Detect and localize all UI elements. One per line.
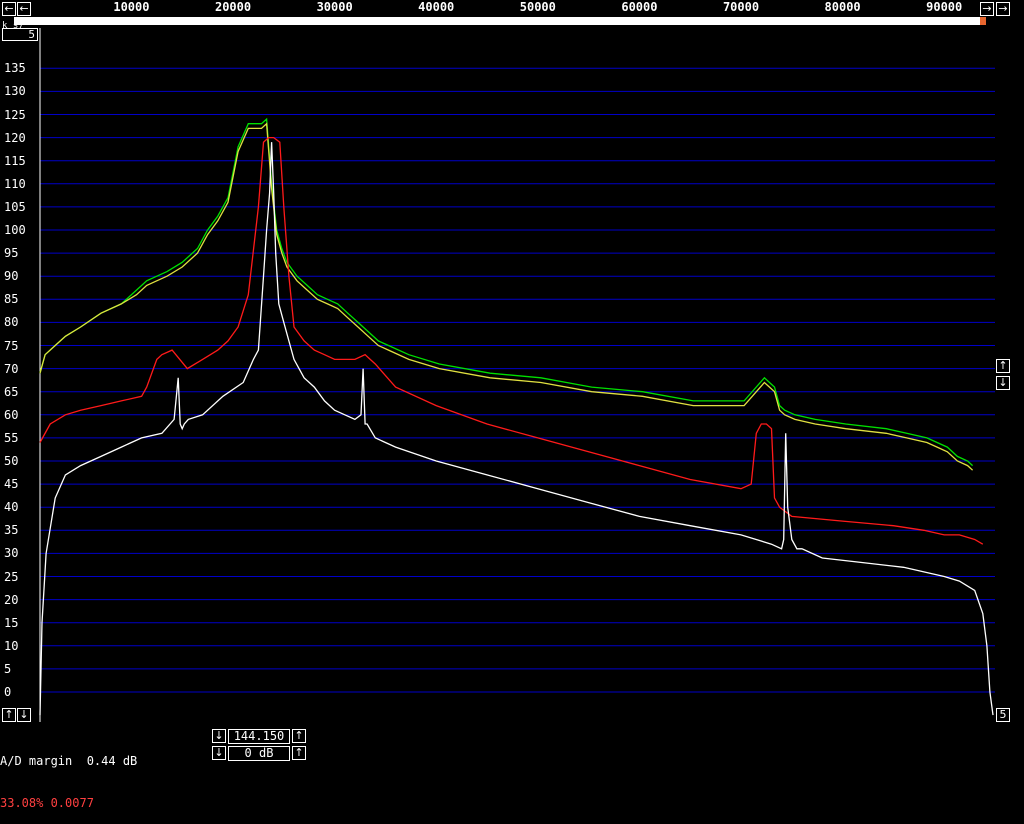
status-panel: A/D margin 0.44 dB 33.08% 0.0077 bbox=[0, 726, 137, 824]
y-tick-label: 55 bbox=[4, 430, 19, 445]
ad-margin-text: A/D margin 0.44 dB bbox=[0, 754, 138, 768]
y-tick-label: 15 bbox=[4, 615, 19, 630]
vscroll-up-icon[interactable]: ↑ bbox=[996, 359, 1010, 373]
right-bottom-box[interactable]: 5 bbox=[996, 708, 1010, 722]
y-tick-label: 120 bbox=[4, 130, 26, 145]
y-tick-label: 65 bbox=[4, 384, 19, 399]
ref-bottom-down-icon[interactable]: ↓ bbox=[212, 746, 226, 760]
ref-top-down-icon[interactable]: ↓ bbox=[212, 729, 226, 743]
y-tick-label: 105 bbox=[4, 199, 26, 214]
y-tick-label: 70 bbox=[4, 361, 19, 376]
y-tick-label: 20 bbox=[4, 592, 19, 607]
y-tick-label: 85 bbox=[4, 292, 19, 307]
y-tick-label: 35 bbox=[4, 523, 19, 538]
y-tick-label: 30 bbox=[4, 546, 19, 561]
ref-bottom-up-icon[interactable]: ↑ bbox=[292, 746, 306, 760]
y-tick-label: 95 bbox=[4, 246, 19, 261]
percent-text: 33.08% 0.0077 bbox=[0, 796, 94, 810]
y-tick-label: 90 bbox=[4, 269, 19, 284]
y-tick-label: 0 bbox=[4, 685, 12, 699]
y-tick-label: 5 bbox=[4, 661, 12, 676]
ref-top-up-icon[interactable]: ↑ bbox=[292, 729, 306, 743]
spectrum-chart bbox=[39, 28, 995, 722]
y-tick-label: 10 bbox=[4, 638, 19, 653]
y-tick-label: 130 bbox=[4, 84, 26, 99]
scale-up-icon[interactable]: ↑ bbox=[2, 708, 16, 722]
y-tick-label: 135 bbox=[4, 61, 26, 76]
vscroll-down-icon[interactable]: ↓ bbox=[996, 376, 1010, 390]
y-tick-label: 100 bbox=[4, 223, 26, 237]
ref-top-value[interactable]: 144.150 bbox=[228, 729, 290, 744]
y-tick-label: 50 bbox=[4, 454, 19, 468]
red-trace bbox=[39, 136, 984, 545]
y-tick-label: 25 bbox=[4, 569, 19, 584]
y-tick-label: 75 bbox=[4, 338, 19, 353]
y-tick-label: 60 bbox=[4, 407, 19, 422]
scale-down-icon[interactable]: ↓ bbox=[17, 708, 31, 722]
y-tick-label: 80 bbox=[4, 315, 19, 330]
y-tick-label: 40 bbox=[4, 500, 19, 515]
y-tick-label: 125 bbox=[4, 107, 26, 122]
reference-level-control: ↓ 144.150 ↑ ↓ 0 dB ↑ bbox=[212, 729, 306, 763]
y-tick-label: 110 bbox=[4, 176, 26, 191]
y-tick-label: 45 bbox=[4, 477, 19, 492]
ref-bottom-value[interactable]: 0 dB bbox=[228, 746, 290, 761]
y-tick-label: 115 bbox=[4, 153, 26, 168]
